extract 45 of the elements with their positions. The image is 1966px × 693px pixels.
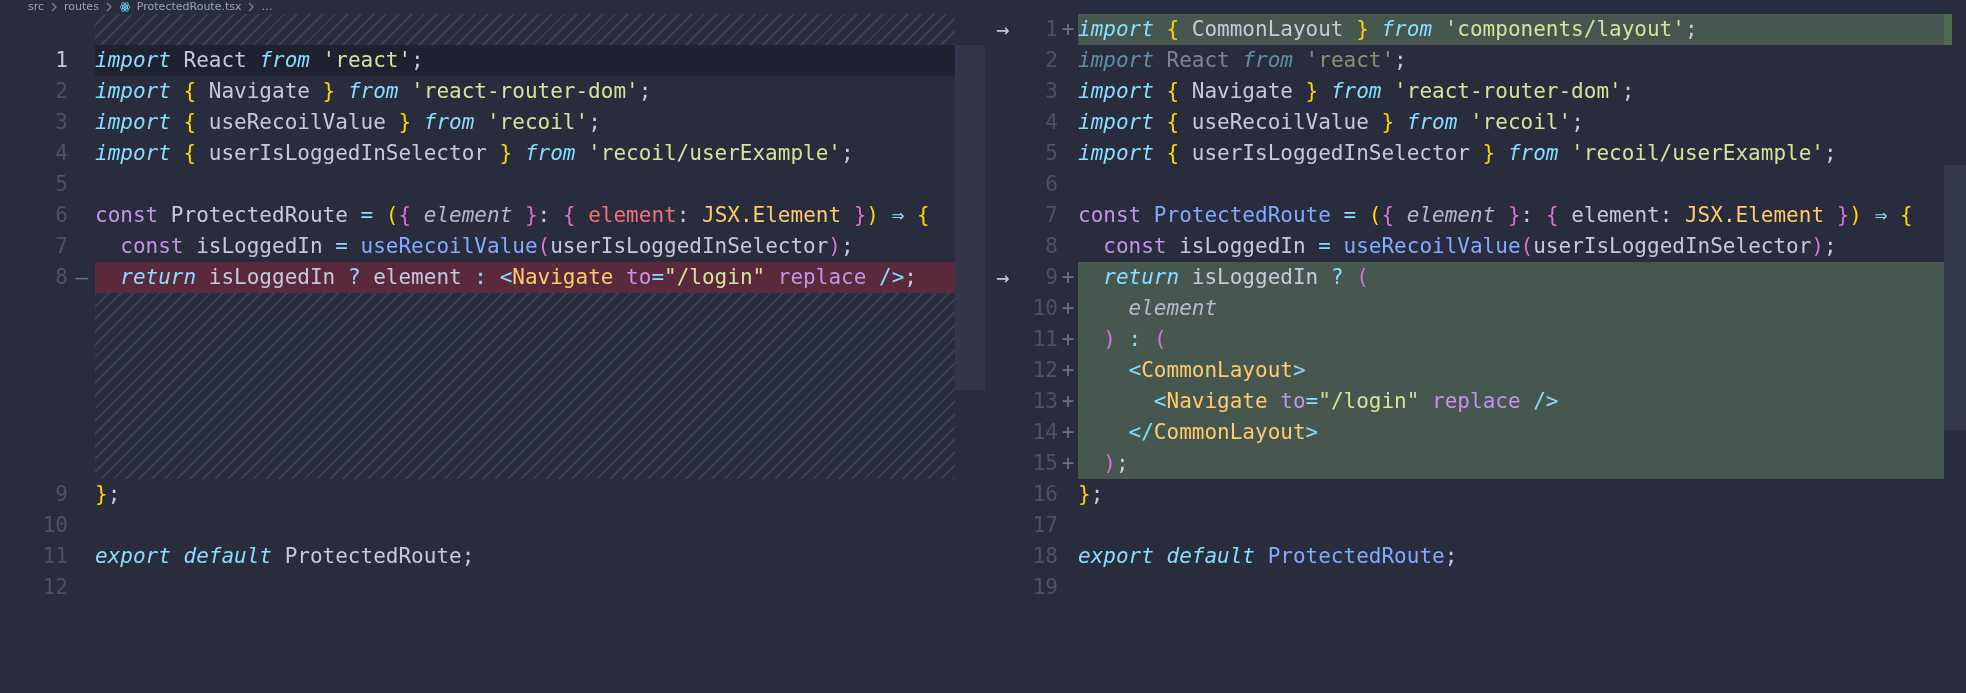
code-line: }; <box>1078 482 1104 506</box>
code-line: <CommonLayout> <box>1127 358 1306 382</box>
diff-marker: + <box>1061 327 1075 351</box>
diff-marker: + <box>1061 389 1075 413</box>
code-line: const isLoggedIn = useRecoilValue(userIsLoggedInSelector); <box>119 234 854 258</box>
code-line: import { useRecoilValue } from 'recoil'; <box>95 110 601 134</box>
breadcrumb-item[interactable]: … <box>261 0 273 14</box>
code-line: const ProtectedRoute = ({ element }: { element: JSX.Element }) ⇒ { <box>1078 203 1913 227</box>
code-line: import React from 'react'; <box>1078 48 1407 72</box>
code-line: </CommonLayout> <box>1127 420 1319 444</box>
code-line: import { useRecoilValue } from 'recoil'; <box>1078 110 1584 134</box>
code-line: const ProtectedRoute = ({ element }: { element: JSX.Element }) ⇒ { <box>95 203 930 227</box>
code-line: ); <box>1102 451 1129 475</box>
code-line: import { CommonLayout } from 'components/layout'; <box>1078 17 1698 41</box>
code-line: const isLoggedIn = useRecoilValue(userIsLoggedInSelector); <box>1102 234 1837 258</box>
revert-arrow-button[interactable]: → <box>995 262 1010 293</box>
code-line: export default ProtectedRoute; <box>95 544 475 568</box>
diff-marker: + <box>1061 451 1075 475</box>
code-line: import { Navigate } from 'react-router-dom'; <box>95 79 652 103</box>
code-line: ) : ( <box>1102 327 1167 351</box>
code-line: export default ProtectedRoute; <box>1078 544 1458 568</box>
diff-marker: + <box>1061 420 1075 444</box>
diff-marker: + <box>1061 358 1075 382</box>
chevron-icon <box>50 2 59 12</box>
code-line: import { Navigate } from 'react-router-dom'; <box>1078 79 1635 103</box>
code-line: return isLoggedIn ? element : <Navigate to="/login" replace />; <box>119 265 917 289</box>
diff-marker: + <box>1061 17 1075 41</box>
chevron-icon <box>247 2 256 12</box>
chevron-icon <box>104 2 113 12</box>
react-file-icon <box>118 1 131 13</box>
code-line: import React from 'react'; <box>95 48 424 72</box>
diff-marker: + <box>1061 265 1075 289</box>
revert-arrow-button[interactable]: → <box>995 14 1010 45</box>
breadcrumb-item[interactable]: routes <box>64 0 99 14</box>
code-line: }; <box>95 482 121 506</box>
code-line: <Navigate to="/login" replace /> <box>1152 389 1559 413</box>
code-line: import { userIsLoggedInSelector } from 'recoil/userExample'; <box>1078 141 1837 165</box>
code-line: return isLoggedIn ? ( <box>1102 265 1369 289</box>
code-line: import { userIsLoggedInSelector } from 'recoil/userExample'; <box>95 141 854 165</box>
diff-marker: + <box>1061 296 1075 320</box>
breadcrumb-item[interactable]: src <box>28 0 45 14</box>
diff-marker: — <box>75 265 88 289</box>
line-number: 1 <box>54 47 68 74</box>
breadcrumb-item[interactable]: ProtectedRoute.tsx <box>136 0 242 14</box>
code-line: element <box>1127 296 1218 320</box>
